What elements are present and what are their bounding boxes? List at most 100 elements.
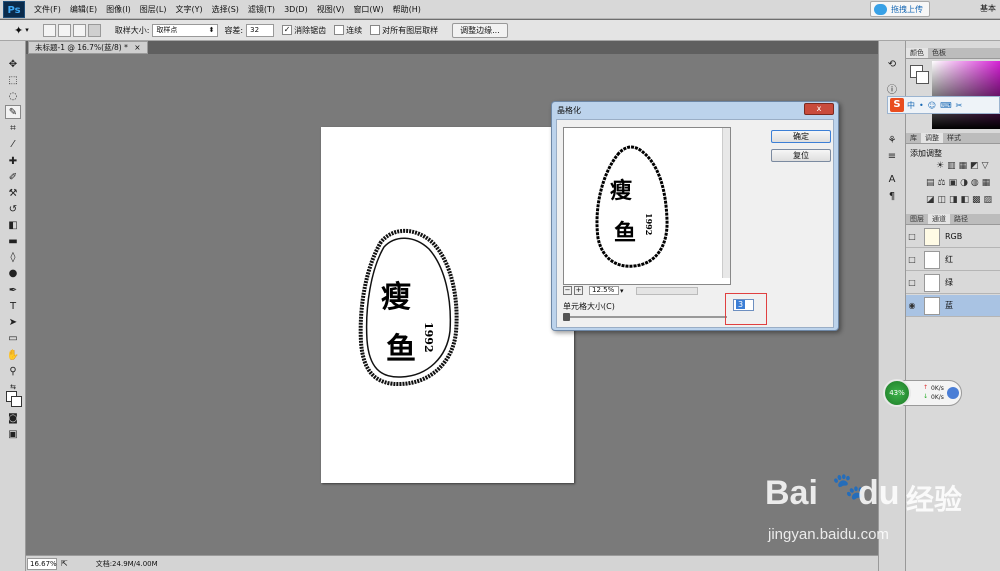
- tab-channels[interactable]: 通道: [928, 214, 950, 224]
- chevron-down-icon[interactable]: ▾: [25, 26, 29, 34]
- channel-row-blue[interactable]: ◉ 蓝: [906, 295, 1000, 317]
- lasso-tool-icon[interactable]: ◌: [5, 89, 21, 103]
- healing-brush-tool-icon[interactable]: ✚: [5, 154, 21, 168]
- history-brush-tool-icon[interactable]: ↺: [5, 202, 21, 216]
- brush-presets-icon[interactable]: ⚘: [884, 133, 900, 147]
- network-speed-widget[interactable]: 43% 0K/s 0K/s ↑ ↓: [883, 379, 962, 407]
- document-tab[interactable]: 未标题-1 @ 16.7%(蓝/8) * ×: [28, 41, 148, 54]
- contiguous-checkbox[interactable]: [334, 25, 345, 35]
- tab-color[interactable]: 颜色: [906, 48, 928, 58]
- hand-tool-icon[interactable]: ✋: [5, 348, 21, 362]
- eraser-tool-icon[interactable]: ◧: [5, 218, 21, 232]
- menu-layer[interactable]: 图层(L): [140, 4, 167, 15]
- accelerate-button[interactable]: [947, 387, 959, 399]
- stamp-character-1: 瘦: [381, 280, 411, 315]
- adjustment-icons-row-1[interactable]: ☀▥▦◩▽: [936, 161, 992, 171]
- sogou-logo-icon[interactable]: S: [890, 98, 904, 112]
- menu-filter[interactable]: 滤镜(T): [248, 4, 275, 15]
- cell-size-slider-thumb[interactable]: [563, 313, 570, 321]
- gradient-tool-icon[interactable]: ▬: [5, 234, 21, 248]
- dodge-tool-icon[interactable]: ●: [5, 266, 21, 280]
- menu-select[interactable]: 选择(S): [212, 4, 239, 15]
- eyedropper-tool-icon[interactable]: ⁄: [5, 137, 21, 151]
- add-selection-icon[interactable]: [57, 23, 71, 37]
- tolerance-input[interactable]: 32: [246, 23, 275, 37]
- keyboard-icon[interactable]: ⌨: [940, 101, 952, 110]
- color-spectrum[interactable]: [932, 61, 1000, 129]
- adjustment-icons-row-3[interactable]: ◪◫◨◧▩▨: [926, 195, 995, 205]
- quick-mask-icon[interactable]: ◙: [5, 411, 21, 425]
- workspace-switcher[interactable]: 基本: [980, 3, 996, 14]
- path-selection-tool-icon[interactable]: ➤: [5, 315, 21, 329]
- pen-tool-icon[interactable]: ✒: [5, 283, 21, 297]
- upload-button[interactable]: 拖拽上传: [870, 1, 930, 17]
- sample-size-select[interactable]: 取样点 ⬍: [152, 23, 219, 37]
- reset-button[interactable]: 复位: [771, 149, 831, 162]
- close-icon[interactable]: ×: [134, 43, 140, 52]
- visibility-toggle[interactable]: □: [906, 232, 918, 241]
- menu-file[interactable]: 文件(F): [34, 4, 61, 15]
- adjustment-icons-row-2[interactable]: ▤⚖▣◑◍▦: [926, 178, 993, 188]
- zoom-out-button[interactable]: −: [563, 286, 572, 295]
- visibility-toggle[interactable]: □: [906, 278, 918, 287]
- brush-settings-icon[interactable]: ≡: [884, 149, 900, 163]
- quick-selection-tool-icon[interactable]: ✎: [5, 105, 21, 119]
- clone-stamp-tool-icon[interactable]: ⚒: [5, 186, 21, 200]
- screen-mode-icon[interactable]: ▣: [5, 427, 21, 441]
- preview-horizontal-scrollbar[interactable]: [635, 286, 698, 295]
- menu-type[interactable]: 文字(Y): [175, 4, 202, 15]
- zoom-tool-icon[interactable]: ⚲: [5, 364, 21, 378]
- channel-row-red[interactable]: □ 红: [906, 249, 1000, 271]
- shape-tool-icon[interactable]: ▭: [5, 331, 21, 345]
- brush-tool-icon[interactable]: ✐: [5, 170, 21, 184]
- type-tool-icon[interactable]: T: [5, 299, 21, 313]
- sample-all-layers-checkbox[interactable]: [370, 25, 381, 35]
- blur-tool-icon[interactable]: ◊: [5, 250, 21, 264]
- chevron-down-icon[interactable]: ▾: [620, 287, 624, 295]
- subtract-selection-icon[interactable]: [72, 23, 86, 37]
- tab-paths[interactable]: 路径: [950, 214, 972, 224]
- menu-view[interactable]: 视图(V): [317, 4, 345, 15]
- zoom-in-button[interactable]: +: [574, 286, 583, 295]
- tab-swatches[interactable]: 色板: [928, 48, 950, 58]
- refine-edge-button[interactable]: 调整边缘...: [452, 22, 508, 38]
- paragraph-icon[interactable]: ¶: [884, 189, 900, 203]
- visibility-toggle[interactable]: □: [906, 255, 918, 264]
- cell-size-slider-track[interactable]: [567, 316, 727, 318]
- ime-mode-icon[interactable]: 中: [907, 100, 915, 111]
- history-icon[interactable]: ⟲: [884, 57, 900, 71]
- menu-image[interactable]: 图像(I): [106, 4, 131, 15]
- intersect-selection-icon[interactable]: [87, 23, 101, 37]
- tab-libraries[interactable]: 库: [906, 133, 921, 143]
- export-icon[interactable]: ⇱: [61, 559, 68, 568]
- preview-vertical-scrollbar[interactable]: [722, 128, 730, 278]
- punctuation-icon[interactable]: •: [919, 101, 924, 110]
- character-icon[interactable]: A: [884, 172, 900, 186]
- emoji-icon[interactable]: ☺: [928, 101, 936, 110]
- panel-background-swatch[interactable]: [916, 71, 929, 84]
- tools-icon[interactable]: ✂: [956, 101, 963, 110]
- dialog-close-button[interactable]: x: [804, 103, 834, 115]
- zoom-level-field[interactable]: 16.67%: [27, 557, 57, 570]
- channel-row-rgb[interactable]: □ RGB: [906, 226, 1000, 248]
- magic-wand-icon[interactable]: ✦: [14, 24, 23, 37]
- background-color-swatch[interactable]: [11, 396, 22, 407]
- menu-window[interactable]: 窗口(W): [353, 4, 383, 15]
- filter-preview[interactable]: 瘦 鱼 1992: [563, 127, 731, 285]
- crop-tool-icon[interactable]: ⌗: [5, 121, 21, 135]
- ok-button[interactable]: 确定: [771, 130, 831, 143]
- eye-icon[interactable]: ◉: [906, 301, 918, 310]
- new-selection-icon[interactable]: [42, 23, 56, 37]
- tab-adjustments[interactable]: 调整: [921, 133, 943, 143]
- marquee-tool-icon[interactable]: ⬚: [5, 73, 21, 87]
- menu-3d[interactable]: 3D(D): [284, 5, 308, 14]
- move-tool-icon[interactable]: ✥: [5, 57, 21, 71]
- tab-styles[interactable]: 样式: [943, 133, 965, 143]
- menu-help[interactable]: 帮助(H): [393, 4, 421, 15]
- document-canvas[interactable]: 瘦 鱼 1992: [321, 127, 574, 483]
- info-icon[interactable]: ⓘ: [884, 81, 900, 96]
- tab-layers[interactable]: 图层: [906, 214, 928, 224]
- channel-row-green[interactable]: □ 绿: [906, 272, 1000, 294]
- antialias-checkbox[interactable]: ✓: [282, 25, 293, 35]
- menu-edit[interactable]: 编辑(E): [70, 4, 97, 15]
